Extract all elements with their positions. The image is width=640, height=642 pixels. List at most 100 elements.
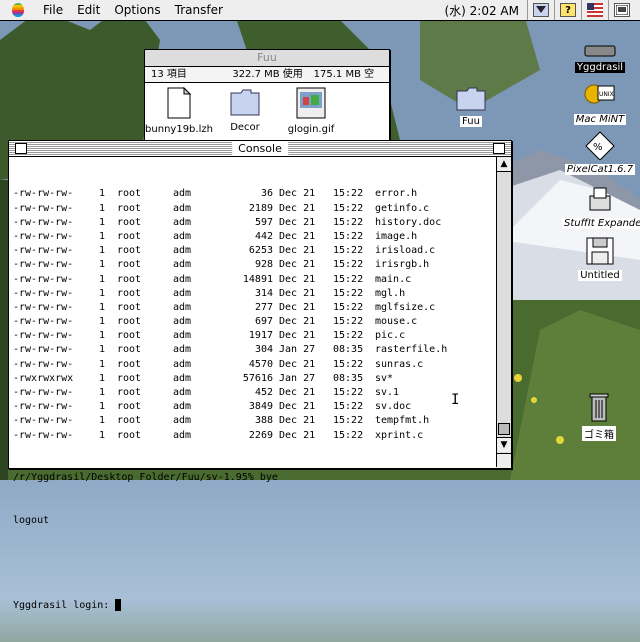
listing-links: 1	[98, 344, 105, 356]
listing-date: Dec 21	[279, 415, 316, 427]
desktop-icon-stuffit[interactable]: StuffIt Expander	[562, 186, 640, 229]
listing-perm: -rw-rw-rw-	[13, 287, 74, 299]
finder-items-count: 13 項目	[151, 69, 187, 80]
listing-links: 1	[98, 230, 105, 242]
scroll-down-arrow-icon[interactable]: ▼	[497, 437, 511, 452]
file-decor[interactable]: Decor	[211, 87, 279, 133]
terminal-output[interactable]: -rw-rw-rw- 1 root adm 36 Dec 21 15:22 error.h -r…	[13, 159, 493, 611]
listing-group: adm	[173, 330, 192, 342]
menu-edit[interactable]: Edit	[70, 0, 107, 20]
grow-box-icon[interactable]	[497, 453, 511, 468]
listing-name: mglfsize.c	[375, 301, 436, 313]
desktop-icon-yggdrasil[interactable]: Yggdrasil	[562, 44, 638, 73]
file-label: Decor	[230, 122, 260, 133]
folder-icon	[230, 89, 260, 116]
desktop-icon-pixelcat[interactable]: % PixelCat1.6.7	[562, 130, 638, 175]
listing-owner: root	[117, 245, 142, 257]
menubar-divider	[554, 0, 555, 20]
listing-date: Dec 21	[279, 330, 316, 342]
listing-owner: root	[117, 230, 142, 242]
scroll-thumb[interactable]	[498, 423, 510, 435]
application-switcher-icon[interactable]	[614, 3, 630, 17]
file-glogin[interactable]: glogin.gif	[277, 87, 345, 135]
listing-date: Dec 21	[279, 287, 316, 299]
listing-size: 277	[254, 301, 273, 313]
desktop-icon-fuu[interactable]: Fuu	[433, 86, 509, 127]
listing-time: 15:22	[333, 216, 364, 228]
image-icon	[296, 87, 326, 119]
listing-owner: root	[117, 344, 142, 356]
close-box-icon[interactable]	[15, 143, 27, 154]
console-window-title: Console	[232, 141, 288, 156]
listing-perm: -rw-rw-rw-	[13, 216, 74, 228]
listing-time: 08:35	[333, 372, 364, 384]
listing-date: Dec 21	[279, 259, 316, 271]
listing-date: Dec 21	[279, 429, 316, 441]
trash-icon	[589, 393, 609, 422]
listing-owner: root	[117, 387, 142, 399]
finder-window-title[interactable]: Fuu	[145, 50, 389, 67]
listing-perm: -rw-rw-rw-	[13, 316, 74, 328]
listing-perm: -rw-rw-rw-	[13, 245, 74, 257]
listing-links: 1	[98, 401, 105, 413]
desktop-icon-trash[interactable]: ゴミ箱	[561, 390, 637, 441]
menu-file[interactable]: File	[36, 0, 70, 20]
menu-transfer[interactable]: Transfer	[168, 0, 230, 20]
console-window[interactable]: Console -rw-rw-rw- 1 root adm 36 Dec 21 15:22 e…	[8, 140, 512, 611]
file-bunny19b[interactable]: bunny19b.lzh	[145, 86, 213, 135]
listing-name: sunras.c	[375, 358, 424, 370]
listing-size: 6253	[248, 245, 273, 257]
file-label: glogin.gif	[287, 124, 335, 135]
us-flag-icon[interactable]	[587, 3, 603, 17]
vertical-scrollbar[interactable]: ▲ ▼	[496, 157, 511, 467]
listing-row: -rw-rw-rw- 1 root adm 1917 Dec 21 15:22 pic.c	[13, 329, 493, 343]
listing-owner: root	[117, 415, 142, 427]
listing-owner: root	[117, 188, 142, 200]
listing-owner: root	[117, 330, 142, 342]
listing-time: 15:22	[333, 415, 364, 427]
help-icon[interactable]: ?	[560, 3, 576, 17]
mac-mint-icon: UNIX	[584, 84, 615, 104]
listing-links: 1	[98, 273, 105, 285]
listing-owner: root	[117, 216, 142, 228]
listing-time: 15:22	[333, 245, 364, 257]
listing-date: Dec 21	[279, 245, 316, 257]
listing-size: 1917	[248, 330, 273, 342]
listing-name: tempfmt.h	[375, 415, 430, 427]
listing-date: Dec 21	[279, 202, 316, 214]
zoom-box-icon[interactable]	[493, 143, 505, 154]
terminal-login-line[interactable]: Yggdrasil login:	[13, 598, 493, 613]
listing-time: 15:22	[333, 429, 364, 441]
listing-group: adm	[173, 401, 192, 413]
finder-disk-available: 175.1 MB 空	[313, 69, 375, 80]
pixelcat-icon: %	[585, 131, 615, 161]
menubar-clock[interactable]: (水) 2:02 AM	[436, 2, 527, 19]
listing-group: adm	[173, 387, 192, 399]
listing-row: -rw-rw-rw- 1 root adm 4570 Dec 21 15:22 sunras.…	[13, 358, 493, 372]
desktop-icon-mac-mint[interactable]: UNIX Mac MiNT	[562, 82, 638, 125]
finder-info-bar: 13 項目 322.7 MB 使用 175.1 MB 空	[145, 67, 389, 83]
listing-row: -rw-rw-rw- 1 root adm 6253 Dec 21 15:22 irisloa…	[13, 244, 493, 258]
listing-date: Dec 21	[279, 273, 316, 285]
listing-owner: root	[117, 429, 142, 441]
menubar-divider	[527, 0, 528, 20]
finder-window-fuu[interactable]: Fuu 13 項目 322.7 MB 使用 175.1 MB 空 bunny19…	[144, 49, 390, 143]
text-cursor	[115, 598, 122, 611]
svg-text:UNIX: UNIX	[599, 91, 614, 98]
listing-name: sv.1	[375, 387, 400, 399]
scroll-up-arrow-icon[interactable]: ▲	[497, 157, 511, 172]
desktop-icon-untitled[interactable]: Untitled	[562, 236, 638, 281]
menu-options[interactable]: Options	[107, 0, 167, 20]
apple-menu[interactable]	[0, 3, 36, 17]
listing-perm: -rw-rw-rw-	[13, 202, 74, 214]
listing-time: 15:22	[333, 259, 364, 271]
listing-time: 15:22	[333, 287, 364, 299]
application-menu-icon[interactable]	[533, 3, 549, 17]
listing-row: -rw-rw-rw- 1 root adm 36 Dec 21 15:22 error.h	[13, 187, 493, 201]
console-title-bar[interactable]: Console	[9, 141, 511, 157]
listing-links: 1	[98, 316, 105, 328]
listing-row: -rw-rw-rw- 1 root adm 697 Dec 21 15:22 mouse.c	[13, 315, 493, 329]
listing-name: xprint.c	[375, 429, 424, 441]
stuffit-icon	[589, 187, 611, 211]
listing-time: 15:22	[333, 202, 364, 214]
